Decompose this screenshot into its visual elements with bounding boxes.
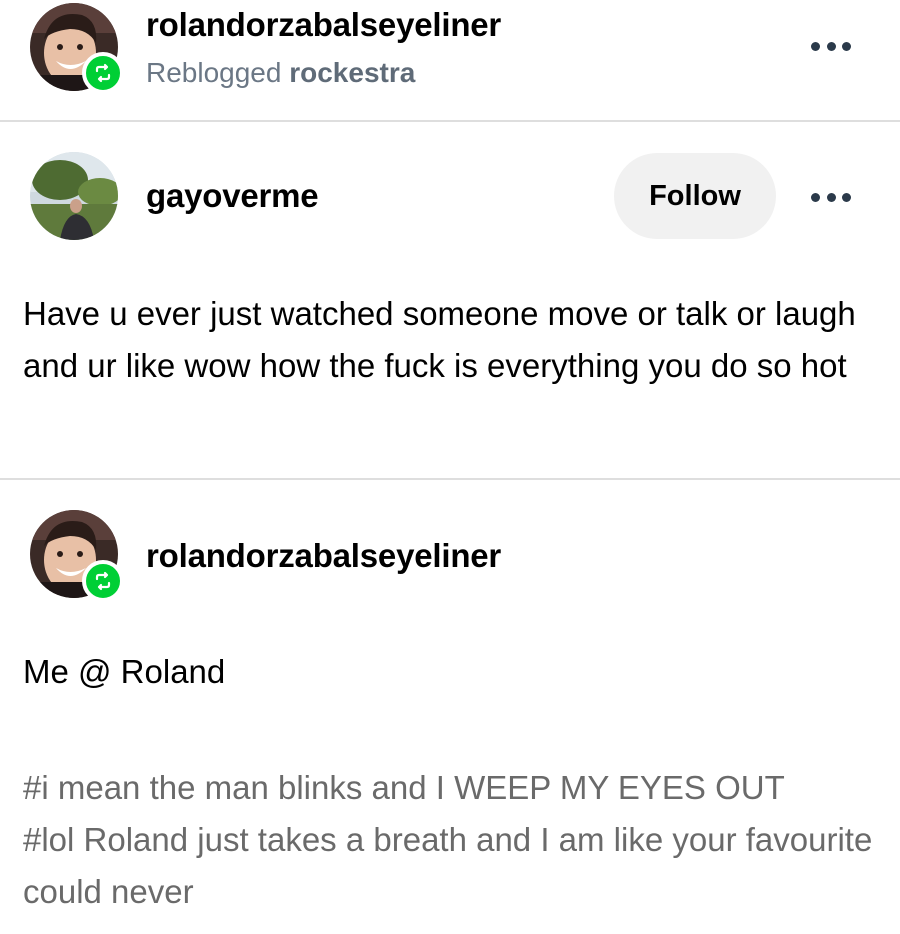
reblog-icon [95,63,111,83]
more-options-icon[interactable] [811,40,851,52]
reblogger-username[interactable]: rolandorzabalseyeliner [146,537,501,575]
post-body-text: Me @ Roland [23,653,226,690]
avatar[interactable] [30,152,118,240]
follow-button[interactable]: Follow [614,153,776,239]
post-body-text: Have u ever just watched someone move or… [23,295,856,384]
reblog-badge [82,52,124,94]
tag[interactable]: #lol Roland just takes a breath and I am… [23,814,883,918]
reblogged-from-username[interactable]: rockestra [289,57,415,88]
poster-username[interactable]: gayoverme [146,177,319,215]
reblog-post: rolandorzabalseyeliner Me @ Roland #i me… [0,480,900,934]
original-post: gayoverme Follow Have u ever just watche… [0,122,900,478]
reblog-badge [82,560,124,602]
tag-list: #i mean the man blinks and I WEEP MY EYE… [23,762,883,918]
more-options-icon[interactable] [811,191,851,203]
outdoor-person-avatar-icon [30,152,118,240]
reblogged-prefix: Reblogged [146,57,282,88]
reblogged-from-line: Reblogged rockestra [146,57,415,89]
reblog-icon [95,571,111,591]
reblogger-username[interactable]: rolandorzabalseyeliner [146,6,501,44]
reblog-header: rolandorzabalseyeliner Reblogged rockest… [0,0,900,120]
tag[interactable]: #i mean the man blinks and I WEEP MY EYE… [23,762,883,814]
